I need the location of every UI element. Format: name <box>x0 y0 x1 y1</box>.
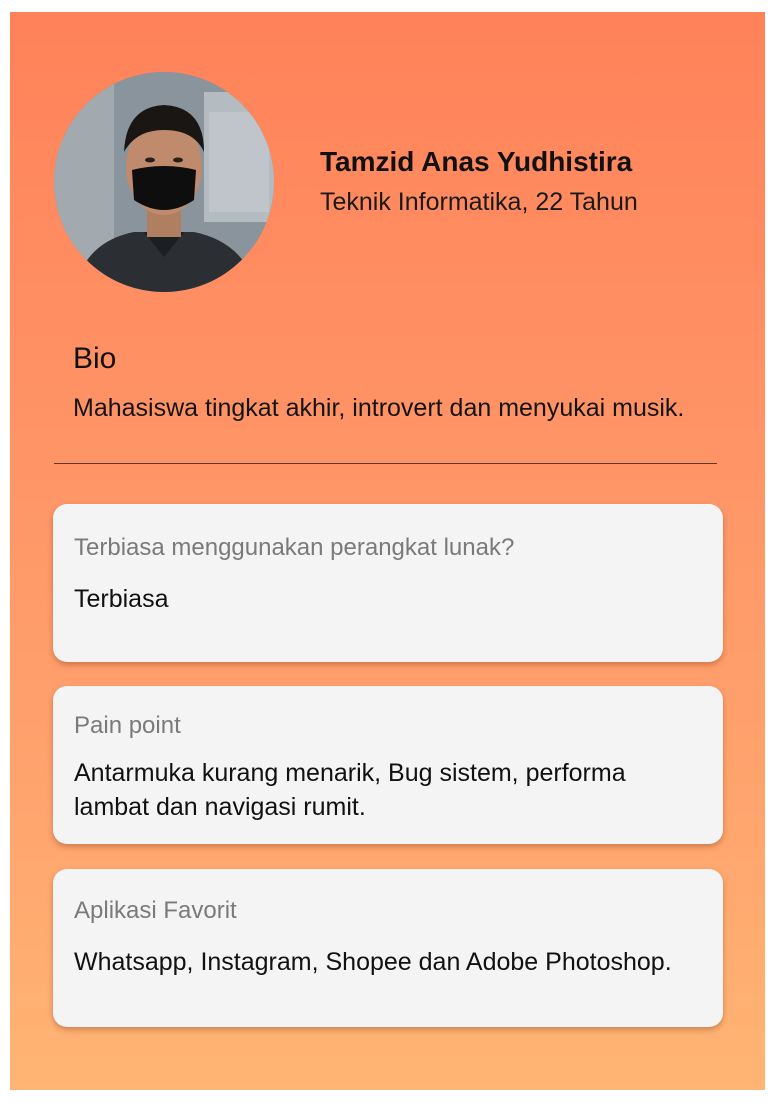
card-value: Antarmuka kurang menarik, Bug sistem, pe… <box>74 759 626 821</box>
avatar[interactable] <box>54 72 274 292</box>
card-pain-point[interactable]: Pain point Antarmuka kurang menarik, Bug… <box>53 686 723 844</box>
card-label: Pain point <box>74 712 181 739</box>
profile-screen: Tamzid Anas Yudhistira Teknik Informatik… <box>10 12 765 1090</box>
card-value: Terbiasa <box>74 585 169 613</box>
bio-title: Bio <box>73 342 117 375</box>
card-favorite-apps[interactable]: Aplikasi Favorit Whatsapp, Instagram, Sh… <box>53 869 723 1027</box>
card-label: Aplikasi Favorit <box>74 897 237 924</box>
card-label: Terbiasa menggunakan perangkat lunak? <box>74 534 515 561</box>
avatar-photo <box>54 72 274 292</box>
bio-text: Mahasiswa tingkat akhir, introvert dan m… <box>73 394 685 422</box>
card-software-familiarity[interactable]: Terbiasa menggunakan perangkat lunak? Te… <box>53 504 723 662</box>
bio-divider <box>54 463 717 464</box>
profile-subtitle: Teknik Informatika, 22 Tahun <box>320 188 638 216</box>
profile-name: Tamzid Anas Yudhistira <box>320 146 633 177</box>
card-value: Whatsapp, Instagram, Shopee dan Adobe Ph… <box>74 948 672 976</box>
